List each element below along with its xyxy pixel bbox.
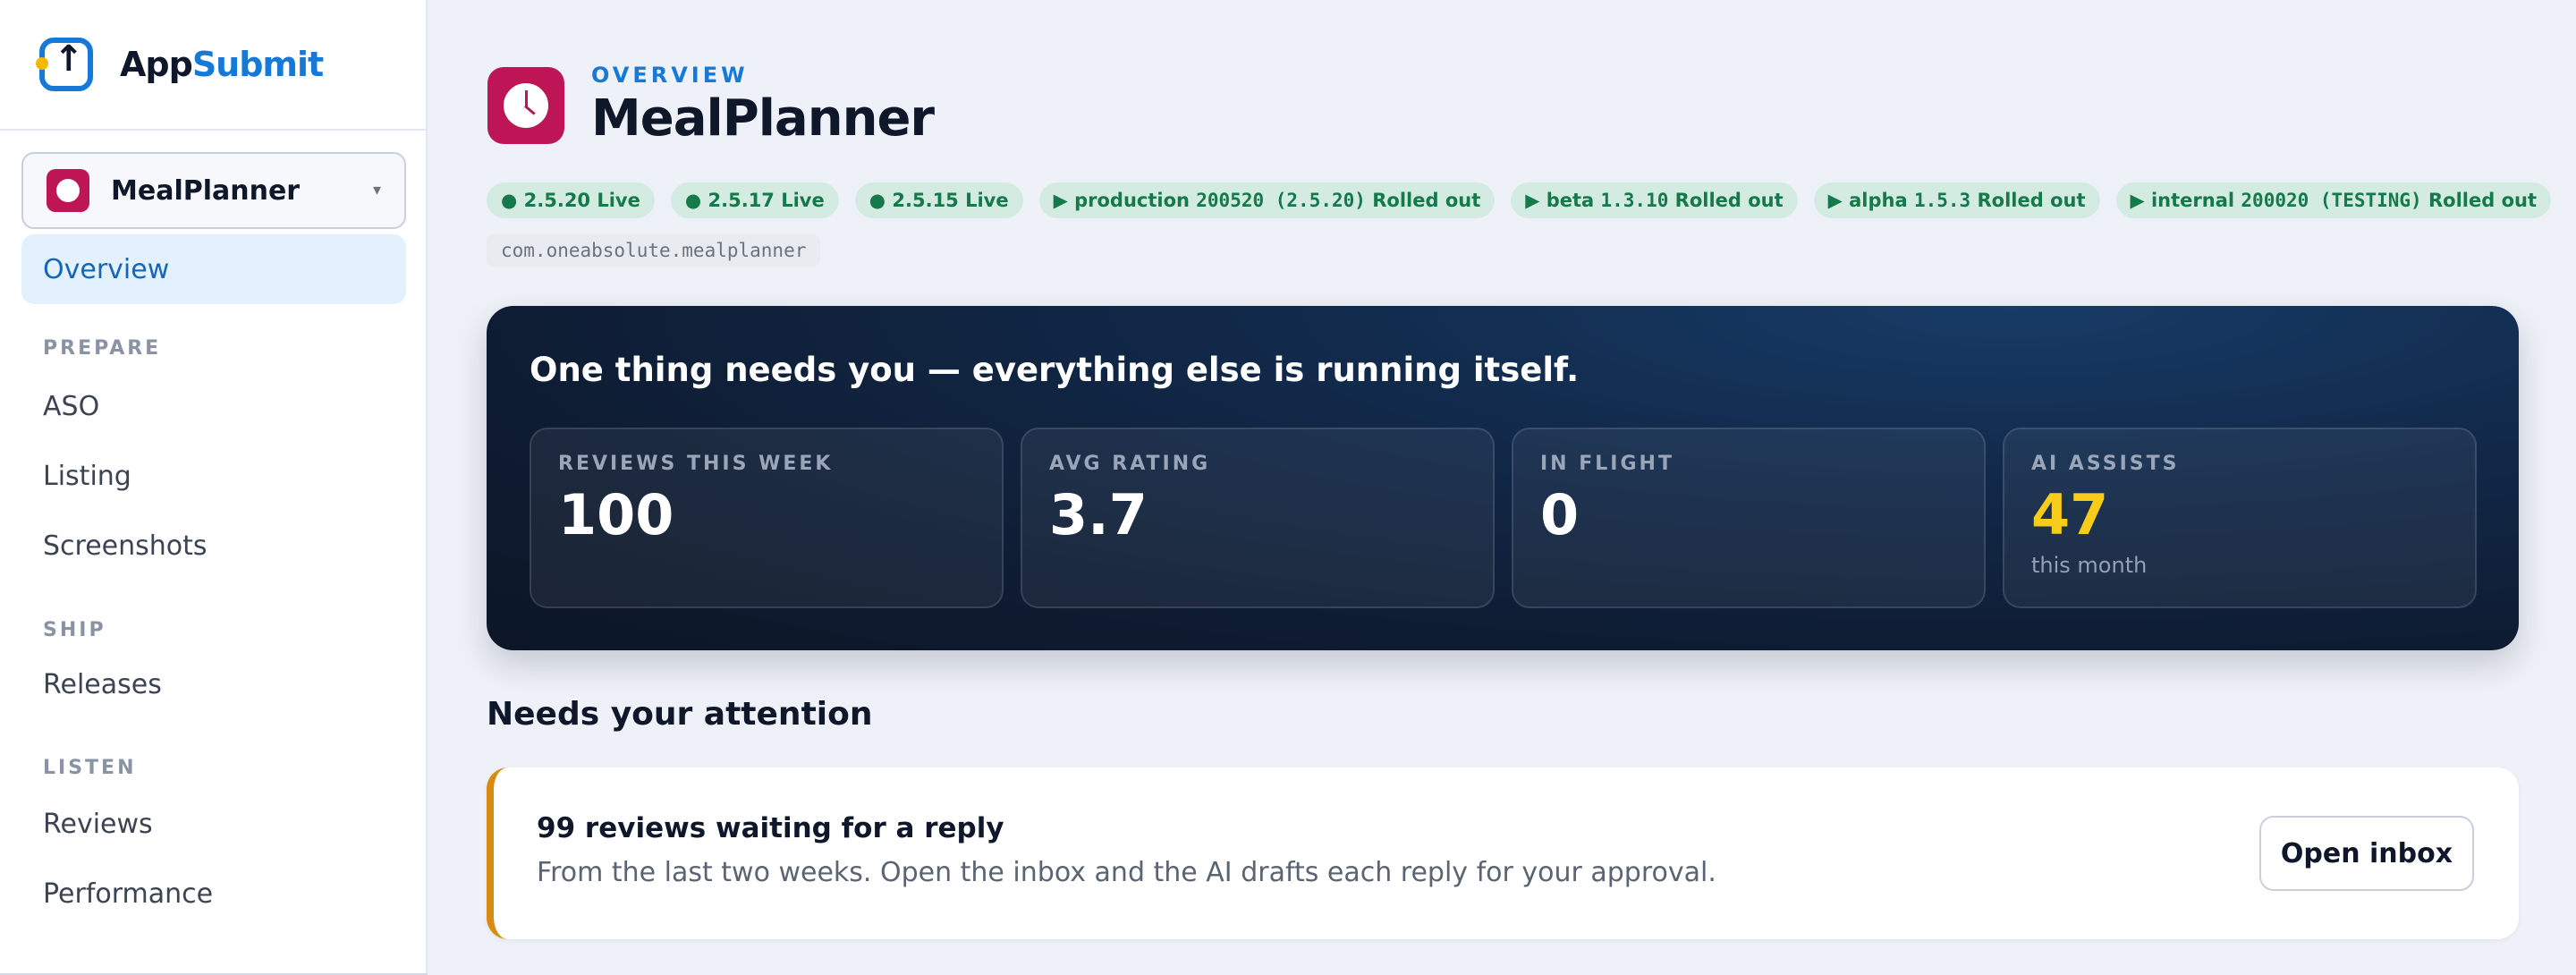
open-inbox-button[interactable]: Open inbox (2259, 816, 2474, 891)
sidebar-item-aso[interactable]: ASO (43, 391, 99, 422)
app-selector-name: MealPlanner (111, 174, 301, 207)
upload-arrow-icon: ↑ (36, 34, 97, 95)
release-chip: ● 2.5.15 Live (854, 182, 1023, 218)
stat-label: REVIEWS THIS WEEK (558, 453, 834, 475)
chevron-down-icon: ▾ (372, 181, 381, 199)
nav-group-ship: SHIP (43, 619, 106, 641)
sidebar-item-label: Overview (43, 253, 170, 285)
summary-hero: One thing needs you — everything else is… (487, 306, 2519, 650)
brand-name: AppSubmit (120, 45, 324, 84)
nav-group-listen: LISTEN (43, 757, 137, 779)
stat-card: AVG RATING 3.7 (1021, 428, 1495, 608)
sidebar-item-listing[interactable]: Listing (43, 461, 131, 492)
chip-status: Rolled out (1970, 190, 2086, 211)
release-chip: ● 2.5.20 Live (487, 182, 655, 218)
stat-sub: this month (2031, 553, 2148, 578)
stat-label: IN FLIGHT (1540, 453, 1674, 475)
chip-label: 2.5.15 Live (892, 190, 1009, 211)
chip-label: 2.5.20 Live (523, 190, 640, 211)
sidebar-item-reviews[interactable]: Reviews (43, 809, 153, 840)
chip-version: 200520 (2.5.20) (1196, 190, 1366, 211)
chip-track: beta (1546, 190, 1601, 211)
chip-label: 2.5.17 Live (708, 190, 825, 211)
stat-value: 0 (1540, 482, 1580, 547)
apple-icon: ● (869, 190, 886, 211)
chip-track: internal (2150, 190, 2241, 211)
play-icon: ▶ (1053, 190, 1068, 211)
section-title: Needs your attention (487, 696, 873, 733)
chip-version: 200020 (TESTING) (2241, 190, 2422, 211)
sidebar: ↑ AppSubmit MealPlanner ▾ Overview PREPA… (0, 0, 428, 975)
app-clock-icon (47, 169, 89, 212)
chip-status: Rolled out (1668, 190, 1784, 211)
brand-name-part2: Submit (191, 45, 324, 84)
chip-status: Rolled out (1365, 190, 1481, 211)
sidebar-item-screenshots[interactable]: Screenshots (43, 530, 208, 562)
stat-card: IN FLIGHT 0 (1512, 428, 1986, 608)
attention-card: 99 reviews waiting for a reply From the … (487, 767, 2519, 939)
app-clock-icon (487, 66, 564, 144)
app-selector[interactable]: MealPlanner ▾ (21, 152, 406, 229)
play-icon: ▶ (1525, 190, 1540, 211)
release-chip: ▶ internal 200020 (TESTING) Rolled out (2115, 182, 2552, 218)
play-icon: ▶ (2130, 190, 2145, 211)
page-title: MealPlanner (591, 89, 935, 148)
apple-icon: ● (684, 190, 702, 211)
release-chip: ▶ alpha 1.5.3 Rolled out (1813, 182, 2100, 218)
brand[interactable]: ↑ AppSubmit (0, 0, 426, 131)
stat-label: AVG RATING (1049, 453, 1211, 475)
release-chip: ▶ beta 1.3.10 Rolled out (1511, 182, 1798, 218)
release-chip: ● 2.5.17 Live (670, 182, 839, 218)
chip-track: production (1074, 190, 1197, 211)
chip-status: Rolled out (2421, 190, 2538, 211)
stat-value: 47 (2031, 482, 2109, 547)
attention-title: 99 reviews waiting for a reply (537, 812, 1004, 844)
stat-card: REVIEWS THIS WEEK 100 (530, 428, 1004, 608)
stat-value: 100 (558, 482, 674, 547)
play-icon: ▶ (1827, 190, 1843, 211)
sidebar-item-performance[interactable]: Performance (43, 878, 213, 910)
hero-title: One thing needs you — everything else is… (530, 351, 1580, 389)
page-eyebrow: OVERVIEW (591, 63, 749, 88)
release-chips: ● 2.5.20 Live ● 2.5.17 Live ● 2.5.15 Liv… (487, 182, 2552, 218)
nav-group-prepare: PREPARE (43, 337, 162, 360)
stat-card: AI ASSISTS 47 this month (2003, 428, 2477, 608)
brand-name-part1: App (120, 45, 193, 84)
apple-icon: ● (501, 190, 518, 211)
page-header: OVERVIEW MealPlanner (487, 63, 935, 148)
stat-value: 3.7 (1049, 482, 1148, 547)
chip-track: alpha (1849, 190, 1914, 211)
chip-version: 1.5.3 (1913, 190, 1971, 211)
attention-description: From the last two weeks. Open the inbox … (537, 857, 1716, 888)
sidebar-item-releases[interactable]: Releases (43, 669, 162, 700)
bundle-id: com.oneabsolute.mealplanner (487, 234, 821, 267)
release-chip: ▶ production 200520 (2.5.20) Rolled out (1038, 182, 1496, 218)
sidebar-item-overview[interactable]: Overview (21, 234, 406, 304)
stat-label: AI ASSISTS (2031, 453, 2180, 475)
chip-version: 1.3.10 (1600, 190, 1669, 211)
